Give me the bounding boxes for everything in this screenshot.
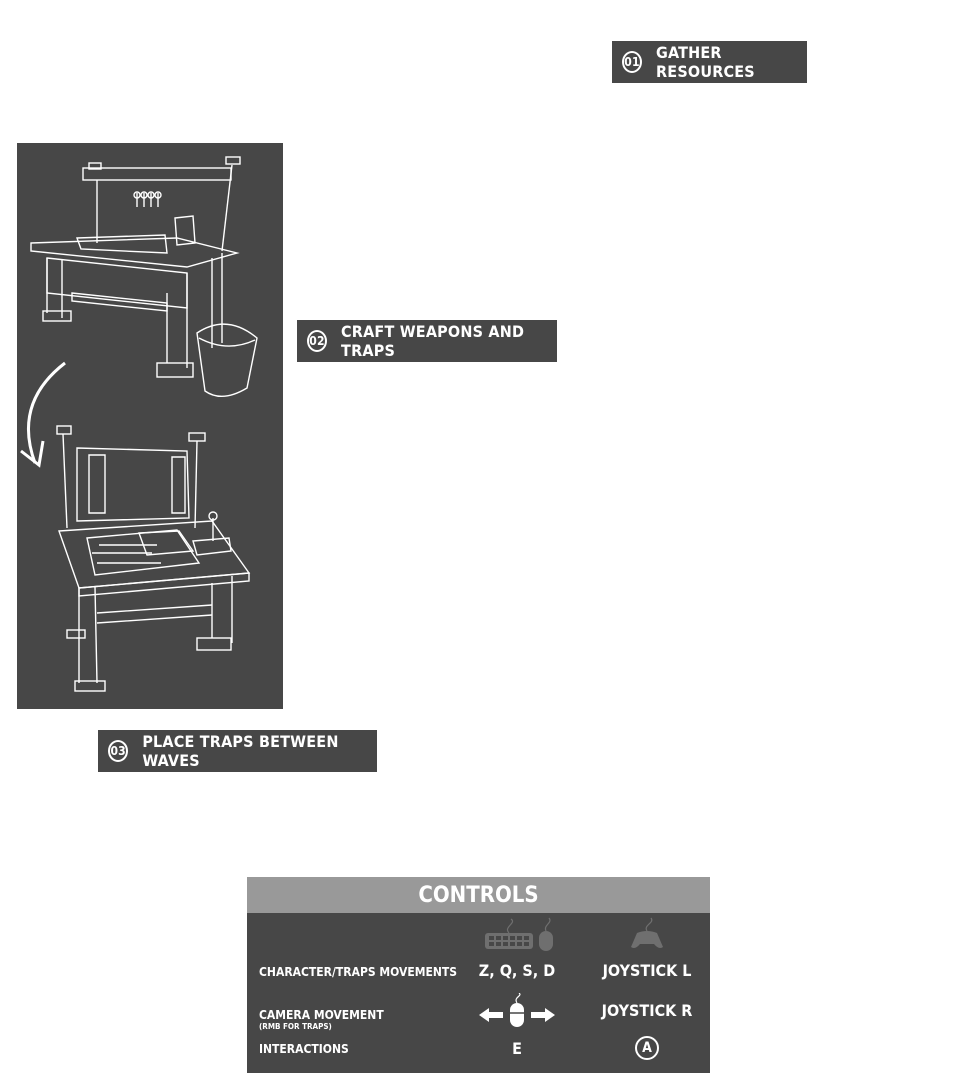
action-camera-note: (RMB FOR TRAPS) — [259, 1022, 332, 1031]
step-craft-weapons: 02 CRAFT WEAPONS AND TRAPS — [297, 320, 557, 362]
workbench-illustration — [17, 143, 283, 709]
workbench-drawing — [20, 156, 258, 692]
control-console-icon — [56, 425, 251, 692]
gamepad-binding-movement: JOYSTICK L — [602, 961, 692, 980]
step-label: CRAFT WEAPONS AND TRAPS — [341, 322, 525, 360]
keyboard-binding-interact: E — [512, 1039, 522, 1058]
step-place-traps: 03 PLACE TRAPS BETWEEN WAVES — [98, 730, 377, 772]
step-number: 03 — [108, 740, 129, 762]
action-interactions: INTERACTIONS — [259, 1042, 349, 1056]
crafting-bench-icon — [30, 156, 258, 397]
mouse-drag-icon — [479, 993, 555, 1027]
flow-arrow-icon — [27, 361, 66, 464]
step-gather-resources: 01 GATHER RESOURCES — [612, 41, 807, 83]
controls-panel: CONTROLS CHARACTER/TRAPS MOVEMENTS Z, Q,… — [247, 877, 710, 1073]
step-number: 01 — [622, 51, 643, 73]
gamepad-icon — [631, 917, 663, 948]
gamepad-binding-camera: JOYSTICK R — [601, 1001, 693, 1020]
step-label: GATHER RESOURCES — [656, 43, 755, 81]
controls-title: CONTROLS — [247, 877, 710, 913]
action-camera-movement: CAMERA MOVEMENT — [259, 1008, 384, 1022]
action-character-movement: CHARACTER/TRAPS MOVEMENTS — [259, 965, 458, 979]
a-button-icon: A — [635, 1036, 659, 1060]
keyboard-mouse-icon — [485, 917, 553, 951]
step-label: PLACE TRAPS BETWEEN WAVES — [142, 732, 339, 770]
step-number: 02 — [307, 330, 328, 352]
keyboard-binding-movement: Z, Q, S, D — [478, 961, 556, 980]
